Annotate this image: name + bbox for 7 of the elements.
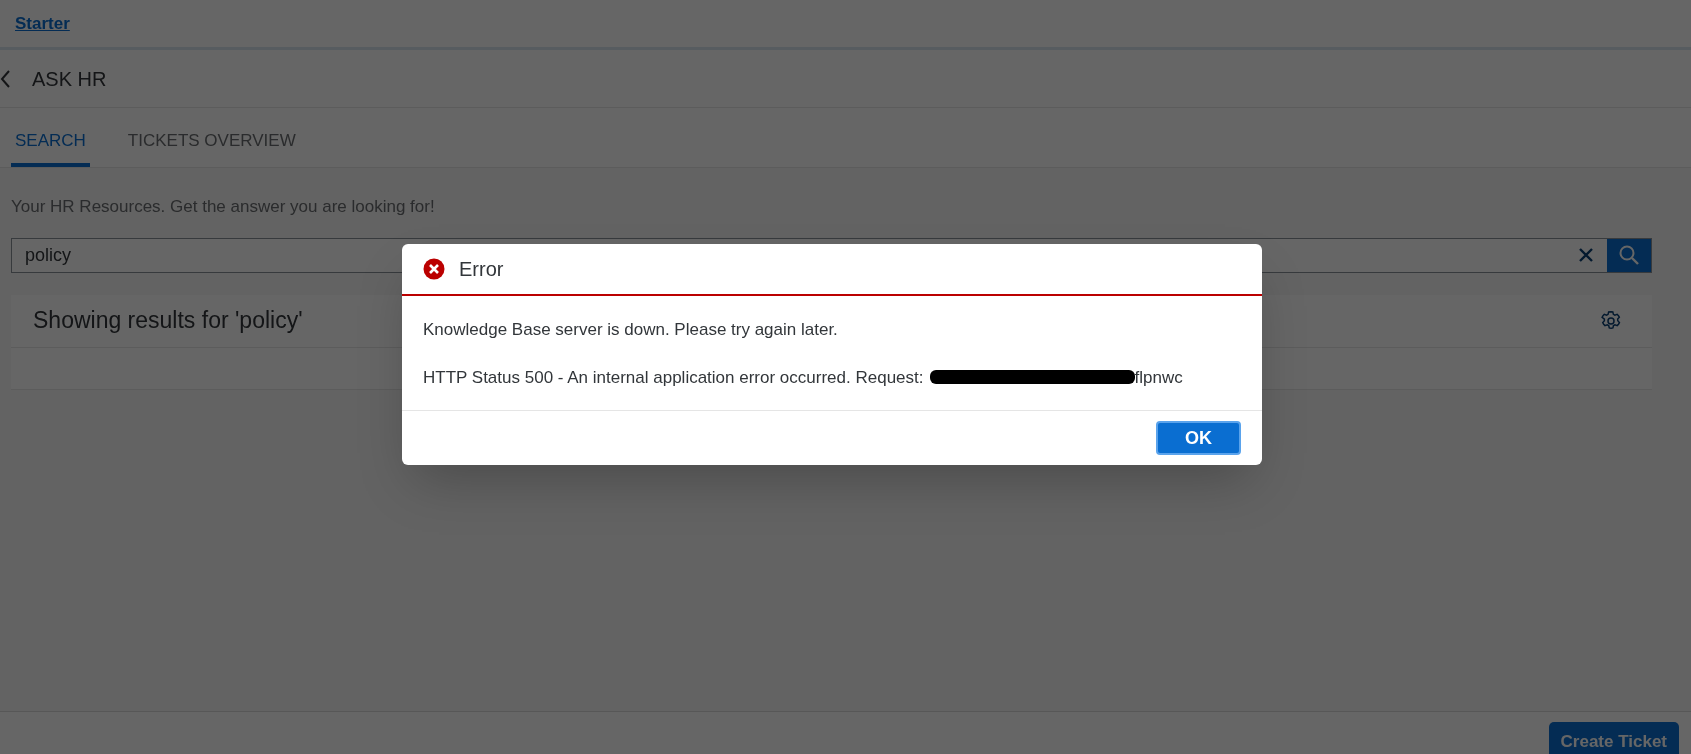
dialog-title: Error — [459, 257, 504, 282]
tagline: Your HR Resources. Get the answer you are looking for! — [11, 196, 436, 218]
results-title: Showing results for 'policy' — [33, 306, 303, 336]
error-detail: HTTP Status 500 - An internal application error occurred. Request: — [423, 366, 924, 389]
page-title: ASK HR — [32, 66, 107, 92]
request-id-suffix: flpnwc — [1134, 366, 1183, 389]
error-message: Knowledge Base server is down. Please try again later. — [423, 319, 839, 341]
